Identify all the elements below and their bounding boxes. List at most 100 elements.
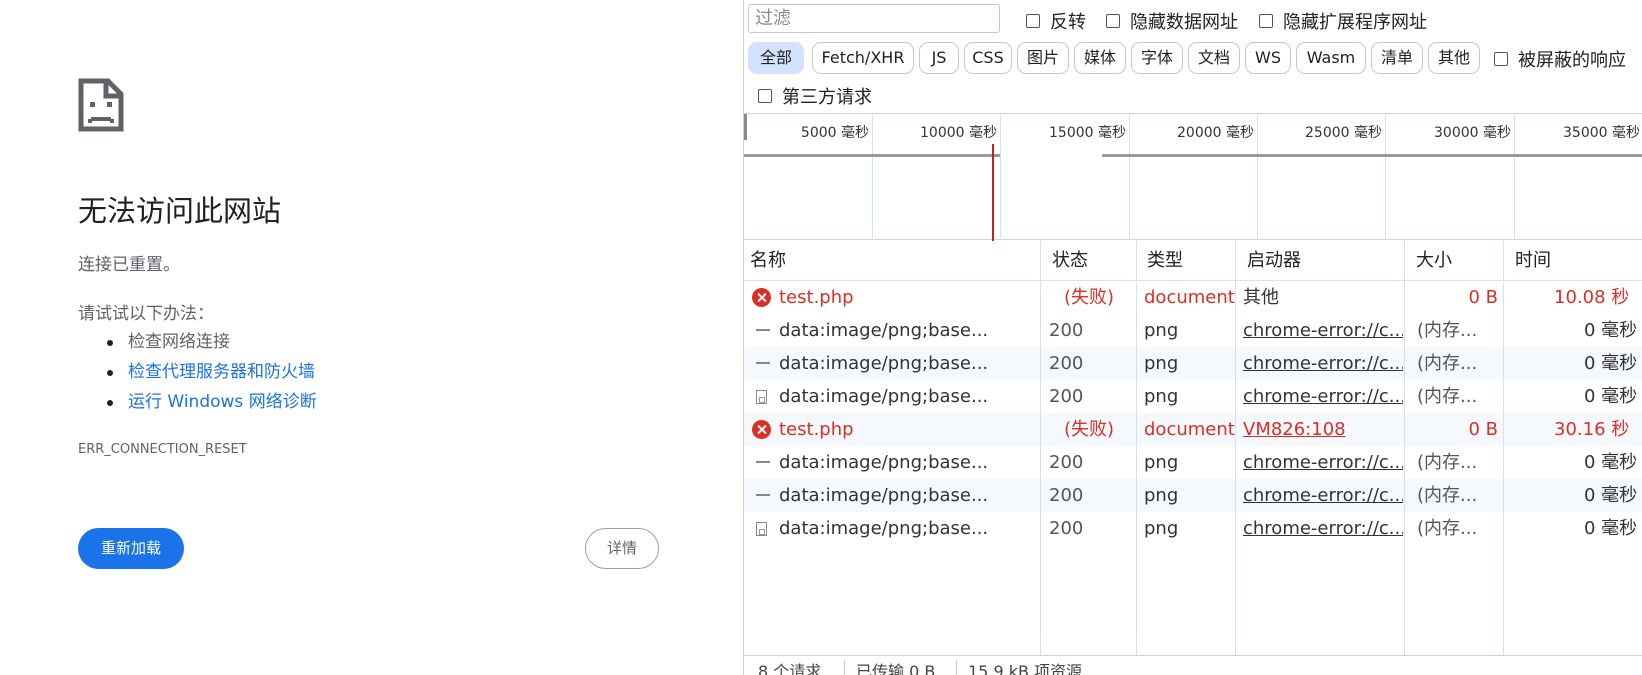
column-divider[interactable] (1503, 241, 1504, 655)
overview-tick-label: 35000 毫秒 (1563, 125, 1640, 141)
table-row[interactable]: test.php (失败) document 其他 0 B 10.08 秒 (744, 281, 1642, 314)
column-header-name[interactable]: 名称 (744, 241, 786, 281)
request-name: data:image/png;base... (779, 353, 989, 374)
filter-chip-manifest[interactable]: 清单 (1371, 42, 1423, 74)
overview-tick-label: 25000 毫秒 (1305, 125, 1382, 141)
request-initiator-link[interactable]: chrome-error://c... (1243, 380, 1403, 413)
column-header-status[interactable]: 状态 (1046, 241, 1088, 281)
request-initiator-link[interactable]: VM826:108 (1243, 413, 1346, 446)
request-initiator-link[interactable]: chrome-error://c... (1243, 512, 1403, 545)
overview-load-event-marker (992, 144, 994, 241)
table-row[interactable]: data:image/png;base... 200 png chrome-er… (744, 347, 1642, 380)
reload-button[interactable]: 重新加载 (78, 528, 184, 569)
hide-extension-urls-label: 隐藏扩展程序网址 (1283, 12, 1427, 33)
request-name: data:image/png;base... (779, 320, 989, 341)
request-size: (内存... (1417, 386, 1478, 407)
request-status: 200 (1049, 518, 1084, 539)
request-time: 10.08 秒 (1554, 287, 1630, 308)
filter-input[interactable] (748, 4, 1000, 33)
table-row[interactable]: data:image/png;base... 200 png chrome-er… (744, 512, 1642, 545)
checkbox-box[interactable] (758, 89, 772, 103)
column-divider[interactable] (1235, 241, 1236, 655)
blocked-responses-checkbox[interactable]: 被屏蔽的响应 (1494, 46, 1626, 72)
column-divider[interactable] (1040, 241, 1041, 655)
request-size: (内存... (1417, 320, 1478, 341)
filter-chip-other[interactable]: 其他 (1428, 42, 1480, 74)
dash-icon (756, 362, 770, 364)
suggestion-run-diagnostics-link[interactable]: 运行 Windows 网络诊断 (106, 387, 317, 417)
hide-extension-urls-checkbox[interactable]: 隐藏扩展程序网址 (1259, 8, 1427, 34)
filter-chip-font[interactable]: 字体 (1131, 42, 1183, 74)
checkbox-box[interactable] (1259, 14, 1273, 28)
request-initiator-link[interactable]: chrome-error://c... (1243, 314, 1403, 347)
timeline-overview[interactable]: 5000 毫秒 10000 毫秒 15000 毫秒 20000 毫秒 25000… (744, 113, 1642, 241)
request-initiator-link[interactable]: chrome-error://c... (1243, 347, 1403, 380)
overview-gridline (1257, 114, 1258, 240)
request-name: test.php (779, 419, 854, 440)
image-file-icon (756, 390, 767, 404)
request-size: 0 B (1468, 419, 1498, 440)
table-row[interactable]: data:image/png;base... 200 png chrome-er… (744, 380, 1642, 413)
request-type: png (1144, 320, 1179, 341)
suggestion-check-proxy-link[interactable]: 检查代理服务器和防火墙 (106, 357, 317, 387)
hide-data-urls-checkbox[interactable]: 隐藏数据网址 (1106, 8, 1238, 34)
blocked-responses-label: 被屏蔽的响应 (1518, 50, 1626, 71)
request-status: 200 (1049, 452, 1084, 473)
request-name: data:image/png;base... (779, 485, 989, 506)
request-initiator: 其他 (1243, 287, 1279, 308)
table-row[interactable]: data:image/png;base... 200 png chrome-er… (744, 479, 1642, 512)
request-initiator-link[interactable]: chrome-error://c... (1243, 446, 1403, 479)
hide-data-urls-label: 隐藏数据网址 (1130, 12, 1238, 33)
request-status: (失败) (1064, 287, 1115, 308)
checkbox-box[interactable] (1494, 52, 1508, 66)
request-count: 8 个请求 (758, 662, 822, 675)
status-divider (956, 660, 957, 675)
filter-chip-all[interactable]: 全部 (748, 42, 804, 74)
column-divider[interactable] (1404, 241, 1405, 655)
filter-chip-js[interactable]: JS (919, 42, 959, 74)
overview-request-bar (744, 154, 1000, 157)
sad-document-icon (78, 78, 124, 132)
column-header-time[interactable]: 时间 (1509, 241, 1551, 281)
error-page: 无法访问此网站 连接已重置。 请试试以下办法： 检查网络连接 检查代理服务器和防… (0, 0, 745, 675)
requests-table-header: 名称 状态 类型 启动器 大小 时间 (744, 241, 1642, 281)
overview-gridline (1129, 114, 1130, 240)
request-type: document (1144, 287, 1235, 308)
checkbox-box[interactable] (1106, 14, 1120, 28)
overview-gridline (1514, 114, 1515, 240)
invert-checkbox[interactable]: 反转 (1026, 8, 1086, 34)
request-type: png (1144, 452, 1179, 473)
details-button[interactable]: 详情 (585, 528, 659, 569)
filter-chip-fetch-xhr[interactable]: Fetch/XHR (812, 42, 914, 74)
filter-chip-ws[interactable]: WS (1245, 42, 1291, 74)
overview-tick-label: 20000 毫秒 (1177, 125, 1254, 141)
third-party-checkbox[interactable]: 第三方请求 (758, 83, 872, 109)
filter-chip-images[interactable]: 图片 (1017, 42, 1069, 74)
request-type: png (1144, 485, 1179, 506)
filter-chip-css[interactable]: CSS (964, 42, 1012, 74)
column-header-type[interactable]: 类型 (1141, 241, 1183, 281)
request-status: 200 (1049, 320, 1084, 341)
overview-gridline (1000, 114, 1001, 240)
overview-start-marker[interactable] (744, 114, 747, 140)
request-name: data:image/png;base... (779, 452, 989, 473)
column-header-size[interactable]: 大小 (1410, 241, 1452, 281)
suggestions-list: 检查网络连接 检查代理服务器和防火墙 运行 Windows 网络诊断 (106, 327, 317, 417)
filter-chip-media[interactable]: 媒体 (1074, 42, 1126, 74)
request-type: document (1144, 419, 1235, 440)
status-divider (844, 660, 845, 675)
request-time: 0 毫秒 (1584, 386, 1638, 407)
network-status-bar: 8 个请求 已传输 0 B 15.9 kB 项资源 (744, 655, 1642, 675)
table-row[interactable]: test.php (失败) document VM826:108 0 B 30.… (744, 413, 1642, 446)
filter-chip-doc[interactable]: 文档 (1188, 42, 1240, 74)
error-code: ERR_CONNECTION_RESET (78, 442, 247, 457)
request-initiator-link[interactable]: chrome-error://c... (1243, 479, 1403, 512)
table-row[interactable]: data:image/png;base... 200 png chrome-er… (744, 314, 1642, 347)
request-status: 200 (1049, 353, 1084, 374)
request-time: 0 毫秒 (1584, 485, 1638, 506)
column-divider[interactable] (1136, 241, 1137, 655)
filter-chip-wasm[interactable]: Wasm (1296, 42, 1366, 74)
column-header-initiator[interactable]: 启动器 (1241, 241, 1301, 281)
table-row[interactable]: data:image/png;base... 200 png chrome-er… (744, 446, 1642, 479)
checkbox-box[interactable] (1026, 14, 1040, 28)
